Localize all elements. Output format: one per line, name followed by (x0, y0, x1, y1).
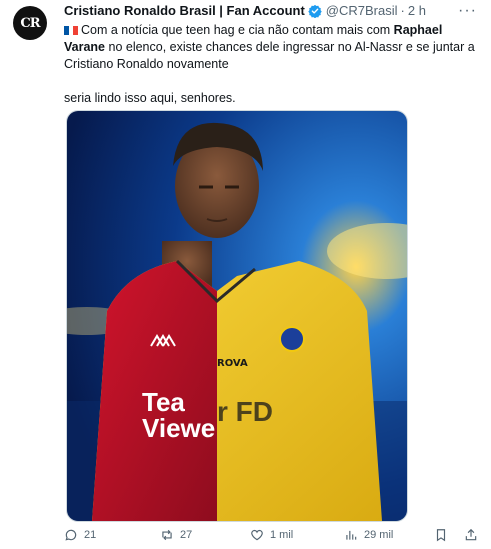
tweet-paragraph-1: Com a notícia que teen hag e cia não con… (64, 22, 484, 73)
timestamp[interactable]: 2 h (408, 3, 426, 18)
separator-dot: · (400, 3, 405, 18)
bookmark-icon (436, 529, 446, 542)
heart-icon (251, 529, 263, 541)
author-name[interactable]: Cristiano Ronaldo Brasil | Fan Account (64, 3, 305, 18)
share-button[interactable] (464, 528, 478, 542)
more-options-icon[interactable]: ··· (458, 2, 477, 20)
repost-icon (162, 529, 172, 541)
reply-button[interactable]: 21 (64, 528, 96, 542)
repost-button[interactable]: 27 (160, 528, 192, 542)
tweet-text: Com a notícia que teen hag e cia não con… (64, 22, 484, 107)
jersey-text-right: r FD (217, 396, 273, 427)
player-name-bold: Raphael (393, 23, 443, 37)
bookmark-button[interactable] (434, 528, 448, 542)
view-count: 29 mil (364, 529, 394, 541)
verified-badge-icon (308, 4, 322, 18)
repost-count: 27 (180, 529, 193, 541)
france-flag-icon (64, 23, 78, 35)
tweet-header: Cristiano Ronaldo Brasil | Fan Account @… (64, 3, 426, 18)
tweet-text-part: no elenco, existe chances dele ingressar… (64, 40, 475, 71)
avatar-logo: CR (20, 15, 40, 31)
player-photo: ROVA Tea Viewe r FD (67, 111, 407, 521)
tweet-image[interactable]: ROVA Tea Viewe r FD (66, 110, 408, 522)
views-chart-icon (346, 530, 357, 540)
tweet-text-part: Com a notícia que teen hag e cia não con… (81, 23, 394, 37)
sponsor-mark-text: ROVA (217, 358, 248, 369)
author-handle[interactable]: @CR7Brasil (326, 3, 398, 18)
player-surname-bold: Varane (64, 40, 106, 54)
avatar[interactable]: CR (13, 6, 47, 40)
reply-icon (65, 529, 77, 541)
like-button[interactable]: 1 mil (250, 528, 293, 542)
share-icon (465, 528, 477, 541)
jersey-text-left-2: Viewe (142, 413, 215, 443)
like-count: 1 mil (270, 529, 294, 541)
action-bar: 21 27 1 mil 29 mil (64, 528, 484, 546)
views-button[interactable]: 29 mil (344, 528, 393, 542)
tweet-card[interactable]: CR Cristiano Ronaldo Brasil | Fan Accoun… (0, 0, 491, 549)
tweet-paragraph-2: seria lindo isso aqui, senhores. (64, 91, 236, 105)
reply-count: 21 (84, 529, 97, 541)
